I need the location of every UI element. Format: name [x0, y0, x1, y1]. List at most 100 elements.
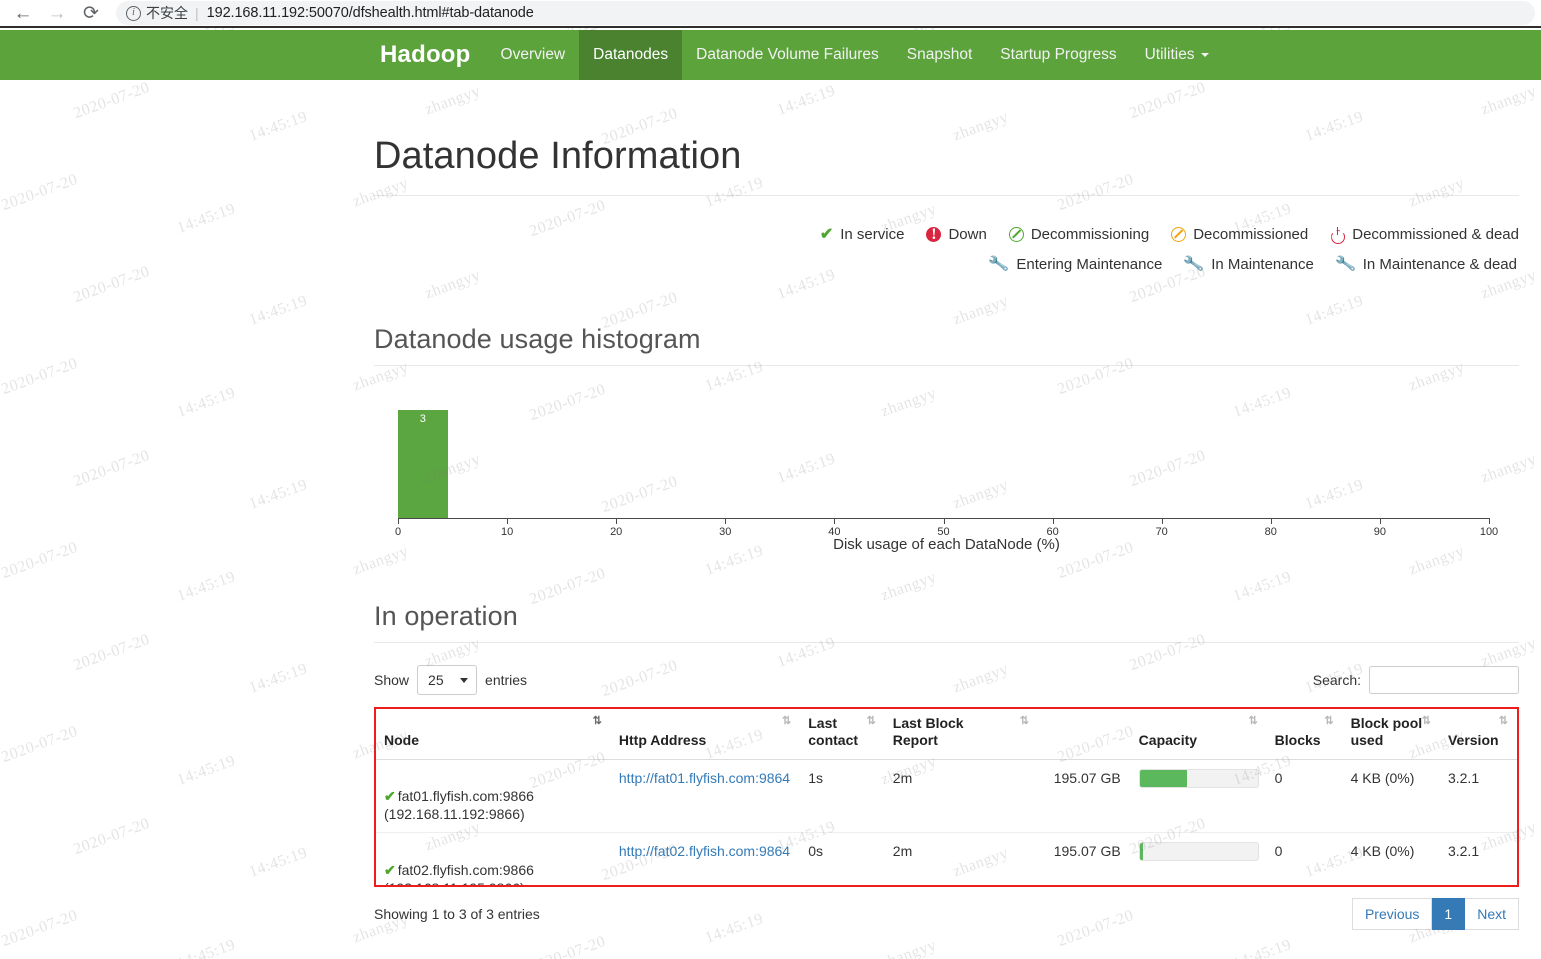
hadoop-brand[interactable]: Hadoop — [364, 30, 487, 80]
legend-label-in-maintenance: In Maintenance — [1211, 255, 1314, 273]
legend-item-in-service: ✔ In service — [820, 220, 905, 250]
site-info-icon[interactable]: i — [126, 5, 141, 21]
table-info-text: Showing 1 to 3 of 3 entries — [374, 905, 540, 922]
x-axis-tick — [725, 517, 727, 524]
search-input[interactable] — [1369, 665, 1519, 694]
capacity-progress-fill — [1139, 769, 1187, 787]
x-axis-tick — [1270, 517, 1272, 524]
search-label: Search: — [1312, 671, 1361, 688]
column-label-blocks: Blocks — [1274, 731, 1321, 748]
histogram-title: Datanode usage histogram — [374, 324, 1519, 366]
cell-capacity-value: 195.07 GB — [1037, 759, 1131, 834]
sort-icon[interactable]: ⇅ — [782, 715, 791, 728]
column-label-capacity: Capacity — [1138, 731, 1198, 748]
browser-chrome: ← → ⟳ i 不安全 | 192.168.11.192:50070/dfshe… — [0, 0, 1541, 28]
legend-item-in-maintenance-dead: 🔧 In Maintenance & dead — [1334, 250, 1517, 280]
cell-version: 3.2.1 — [1439, 759, 1517, 834]
nav-item-overview[interactable]: Overview — [487, 30, 580, 80]
pagination-next[interactable]: Next — [1465, 897, 1519, 930]
histogram-bar-value: 3 — [419, 412, 426, 425]
nav-item-datanode-volume-failures[interactable]: Datanode Volume Failures — [682, 30, 893, 80]
x-axis-tick — [834, 517, 836, 524]
http-address-link[interactable]: http://fat02.flyfish.com:9864 — [619, 843, 790, 859]
cell-version: 3.2.1 — [1439, 832, 1517, 885]
datanode-usage-histogram: 3 0 10 20 30 40 50 60 70 80 90 100 Disk usage of e… — [374, 388, 1519, 553]
sort-icon[interactable]: ⇅ — [1422, 715, 1431, 728]
address-bar[interactable]: i 不安全 | 192.168.11.192:50070/dfshealth.h… — [116, 1, 1535, 25]
nav-label-datanodes: Datanodes — [593, 46, 669, 63]
legend-label-in-service: In service — [840, 225, 905, 243]
datanode-table: ⇅ Node ⇅ Http Address ⇅ Last contact ⇅ L… — [376, 708, 1517, 885]
sort-asc-icon[interactable]: ⇅ — [593, 715, 602, 728]
forward-arrow-icon[interactable]: → — [40, 0, 74, 26]
search-control: Search: — [1312, 665, 1519, 694]
sort-icon[interactable]: ⇅ — [1499, 715, 1508, 728]
nav-item-snapshot[interactable]: Snapshot — [893, 30, 987, 80]
cell-capacity-value: 195.07 GB — [1037, 832, 1131, 885]
chevron-down-icon — [1200, 53, 1209, 57]
entries-label: entries — [485, 671, 528, 688]
column-header-last-block-report[interactable]: ⇅ Last Block Report — [884, 708, 1038, 760]
column-header-version[interactable]: ⇅ Version — [1439, 708, 1517, 760]
sort-icon[interactable]: ⇅ — [867, 715, 876, 728]
sort-icon[interactable]: ⇅ — [1020, 715, 1029, 728]
nav-item-startup-progress[interactable]: Startup Progress — [986, 30, 1130, 80]
nav-item-datanodes[interactable]: Datanodes — [579, 30, 683, 80]
pagination-page-1[interactable]: 1 — [1432, 897, 1466, 930]
cell-last-block-report: 2m — [884, 759, 1038, 834]
column-label-block-pool-used: Block pool used — [1350, 714, 1423, 748]
legend-label-decommissioned: Decommissioned — [1193, 225, 1309, 243]
column-header-http-address[interactable]: ⇅ Http Address — [610, 708, 801, 760]
http-address-link[interactable]: http://fat01.flyfish.com:9864 — [619, 770, 790, 786]
power-off-icon — [1330, 227, 1345, 242]
x-axis-tick — [943, 517, 945, 524]
page-length-select[interactable]: 25 50 100 — [417, 664, 478, 695]
datanode-table-highlight-box: ⇅ Node ⇅ Http Address ⇅ Last contact ⇅ L… — [374, 706, 1519, 887]
column-header-node[interactable]: ⇅ Node — [376, 708, 611, 760]
reload-icon[interactable]: ⟳ — [74, 0, 108, 26]
omnibox-separator: | — [195, 5, 199, 21]
nav-item-utilities[interactable]: Utilities — [1131, 30, 1223, 80]
sort-icon[interactable]: ⇅ — [1324, 715, 1333, 728]
main-navbar: Hadoop Overview Datanodes Datanode Volum… — [0, 30, 1541, 80]
nav-label-snapshot: Snapshot — [906, 46, 973, 63]
ban-icon — [1008, 227, 1024, 243]
sort-icon[interactable]: ⇅ — [1248, 715, 1257, 728]
page-length-control: Show 25 50 100 entries — [374, 664, 528, 695]
url-text: 192.168.11.192:50070/dfshealth.html#tab-… — [206, 5, 534, 21]
pagination-previous[interactable]: Previous — [1351, 897, 1433, 930]
nav-label-datanode-volume-failures: Datanode Volume Failures — [696, 46, 879, 63]
column-label-node: Node — [384, 731, 419, 748]
cell-http-address: http://fat02.flyfish.com:9864 — [610, 832, 801, 885]
cell-block-pool-used: 4 KB (0%) — [1342, 759, 1440, 834]
table-controls: Show 25 50 100 entries Search: — [374, 664, 1519, 695]
pagination: Previous 1 Next — [1351, 897, 1519, 930]
legend-item-entering-maintenance: 🔧 Entering Maintenance — [988, 250, 1162, 280]
page-body: Datanode Information ✔ In service ! Down… — [0, 80, 1541, 959]
legend-label-down: Down — [948, 225, 987, 243]
x-axis-tick — [616, 517, 618, 524]
x-axis-tick — [1489, 517, 1490, 524]
legend-label-decommissioning: Decommissioning — [1030, 225, 1150, 243]
check-icon: ✔ — [819, 225, 834, 243]
back-arrow-icon[interactable]: ← — [6, 0, 40, 26]
cell-last-contact: 0s — [800, 832, 885, 885]
cell-blocks: 0 — [1266, 832, 1343, 885]
column-header-capacity-spacer — [1037, 708, 1131, 760]
column-header-capacity[interactable]: ⇅ Capacity — [1130, 708, 1267, 760]
legend-item-down: ! Down — [926, 220, 987, 250]
capacity-progress-bar — [1138, 842, 1259, 862]
histogram-x-axis: 0 10 20 30 40 50 60 70 80 90 100 — [395, 517, 1498, 538]
column-header-last-contact[interactable]: ⇅ Last contact — [800, 708, 885, 760]
table-row: ✔ fat01.flyfish.com:9866 (192.168.11.192:… — [376, 759, 1517, 834]
column-header-block-pool-used[interactable]: ⇅ Block pool used — [1342, 708, 1440, 760]
legend-item-decommissioned: Decommissioned — [1171, 220, 1308, 250]
capacity-progress-fill — [1139, 843, 1144, 861]
column-label-last-contact: Last contact — [808, 714, 859, 748]
legend-item-in-maintenance: 🔧 In Maintenance — [1183, 250, 1314, 280]
histogram-plot-area: 3 — [398, 388, 1489, 518]
legend-item-decommissioning: Decommissioning — [1008, 220, 1150, 250]
legend-label-decommissioned-dead: Decommissioned & dead — [1352, 225, 1519, 243]
histogram-x-axis-label: Disk usage of each DataNode (%) — [833, 535, 1060, 553]
column-header-blocks[interactable]: ⇅ Blocks — [1266, 708, 1343, 760]
